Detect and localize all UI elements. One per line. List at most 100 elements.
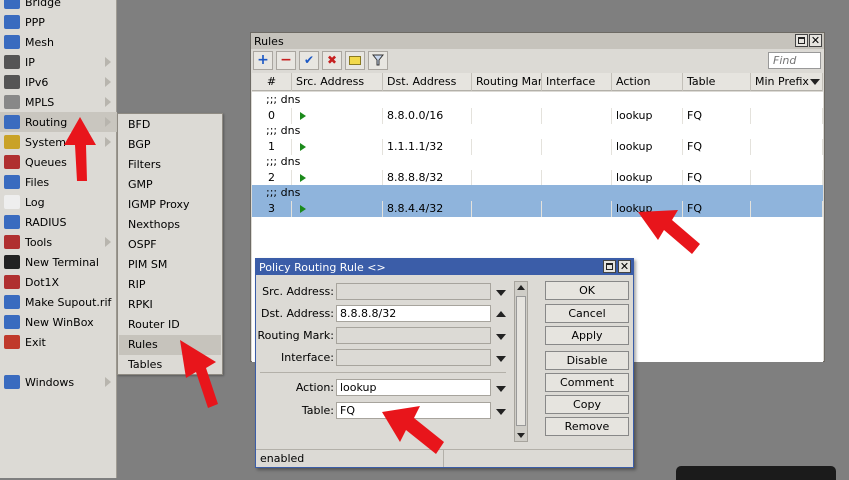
dst-address-label: Dst. Address: <box>260 307 334 320</box>
sidebar-item-label: Bridge <box>25 0 61 9</box>
apply-button[interactable]: Apply <box>545 326 629 345</box>
column-header-src-address[interactable]: Src. Address <box>292 73 383 91</box>
maximize-icon[interactable] <box>795 34 808 47</box>
dialog-titlebar[interactable]: Policy Routing Rule <> <box>256 259 633 275</box>
sidebar-item-label: Windows <box>25 375 75 389</box>
comment-row[interactable]: ;;; dns <box>252 123 823 139</box>
sidebar-item-bridge[interactable]: Bridge <box>0 0 117 12</box>
column-header-interface[interactable]: Interface <box>542 73 612 91</box>
interface-row: Interface: <box>256 349 511 367</box>
dst-address-collapse-icon[interactable] <box>496 311 506 317</box>
sidebar-item-make-supout-rif[interactable]: Make Supout.rif <box>0 292 117 312</box>
enable-button[interactable]: ✔ <box>299 50 319 70</box>
ok-button[interactable]: OK <box>545 281 629 300</box>
sidebar-item-mpls[interactable]: MPLS <box>0 92 117 112</box>
routing-mark-field[interactable] <box>336 327 491 344</box>
submenu-item-bfd[interactable]: BFD <box>119 115 221 135</box>
action-select[interactable]: lookup <box>336 379 491 396</box>
sidebar-item-dot1x[interactable]: Dot1X <box>0 272 117 292</box>
submenu-item-igmp-proxy[interactable]: IGMP Proxy <box>119 195 221 215</box>
comment-row[interactable]: ;;; dns <box>252 185 823 201</box>
src-address-dropdown-icon[interactable] <box>496 290 506 296</box>
submenu-item-router-id[interactable]: Router ID <box>119 315 221 335</box>
submenu-item-bgp[interactable]: BGP <box>119 135 221 155</box>
sidebar-item-label: PPP <box>25 15 45 29</box>
cell-min-prefix <box>751 201 823 217</box>
dialog-maximize-icon[interactable] <box>603 260 616 273</box>
close-icon[interactable]: ✕ <box>809 34 822 47</box>
action-dropdown-icon[interactable] <box>496 386 506 392</box>
comment-button[interactable]: Comment <box>545 373 629 392</box>
table-row[interactable]: 1 1.1.1.1/32 lookup FQ <box>252 139 823 155</box>
submenu-item-filters[interactable]: Filters <box>119 155 221 175</box>
column-header-dst-address[interactable]: Dst. Address <box>383 73 472 91</box>
submenu-item-rip[interactable]: RIP <box>119 275 221 295</box>
rules-table-header: # Src. Address Dst. Address Routing Mark Int… <box>252 73 823 91</box>
interface-dropdown-icon[interactable] <box>496 356 506 362</box>
sidebar-item-label: System <box>25 135 67 149</box>
sidebar-item-label: IP <box>25 55 35 69</box>
submenu-item-pim-sm[interactable]: PIM SM <box>119 255 221 275</box>
copy-button[interactable]: Copy <box>545 395 629 414</box>
remove-button[interactable]: − <box>276 50 296 70</box>
submenu-item-nexthops[interactable]: Nexthops <box>119 215 221 235</box>
submenu-item-tables[interactable]: Tables <box>119 355 221 375</box>
submenu-item-gmp[interactable]: GMP <box>119 175 221 195</box>
submenu-item-ospf[interactable]: OSPF <box>119 235 221 255</box>
mesh-icon <box>4 35 20 49</box>
find-input[interactable] <box>768 52 821 69</box>
columns-dropdown-icon[interactable] <box>810 79 820 85</box>
submenu-item-rules[interactable]: Rules <box>119 335 221 355</box>
src-address-field[interactable] <box>336 283 491 300</box>
sidebar-item-new-winbox[interactable]: New WinBox <box>0 312 117 332</box>
comment-row[interactable]: ;;; dns <box>252 92 823 108</box>
interface-field[interactable] <box>336 349 491 366</box>
disable-button[interactable]: Disable <box>545 351 629 370</box>
sidebar-item-radius[interactable]: RADIUS <box>0 212 117 232</box>
column-header-[interactable]: # <box>252 73 292 91</box>
sidebar-item-files[interactable]: Files <box>0 172 117 192</box>
rules-titlebar[interactable]: Rules <box>251 33 824 49</box>
filter-button[interactable] <box>368 50 388 70</box>
dialog-scrollbar[interactable] <box>514 281 528 442</box>
sidebar-item-system[interactable]: System <box>0 132 117 152</box>
chevron-right-icon <box>105 77 111 87</box>
column-header-table[interactable]: Table <box>683 73 751 91</box>
table-row[interactable]: 2 8.8.8.8/32 lookup FQ <box>252 170 823 186</box>
scroll-up-icon[interactable] <box>517 285 525 290</box>
status-bar: enabled <box>256 449 633 467</box>
remove-button[interactable]: Remove <box>545 417 629 436</box>
cell-action: lookup <box>612 108 683 124</box>
field-divider <box>260 372 506 373</box>
column-header-action[interactable]: Action <box>612 73 683 91</box>
comment-button[interactable] <box>345 50 365 70</box>
cancel-button[interactable]: Cancel <box>545 304 629 323</box>
sidebar-item-windows[interactable]: Windows <box>0 372 117 392</box>
table-dropdown-icon[interactable] <box>496 409 506 415</box>
cell-min-prefix <box>751 170 823 186</box>
disable-button[interactable]: ✖ <box>322 50 342 70</box>
sidebar-item-tools[interactable]: Tools <box>0 232 117 252</box>
dst-address-field[interactable]: 8.8.8.8/32 <box>336 305 491 322</box>
sidebar-item-ipv6[interactable]: IPv6 <box>0 72 117 92</box>
comment-row[interactable]: ;;; dns <box>252 154 823 170</box>
table-row[interactable]: 3 8.8.4.4/32 lookup FQ <box>252 201 823 217</box>
scroll-down-icon[interactable] <box>517 433 525 438</box>
ppp-icon <box>4 15 20 29</box>
sidebar-item-log[interactable]: Log <box>0 192 117 212</box>
add-button[interactable]: + <box>253 50 273 70</box>
sidebar-item-ppp[interactable]: PPP <box>0 12 117 32</box>
sidebar-item-mesh[interactable]: Mesh <box>0 32 117 52</box>
sidebar-item-routing[interactable]: Routing <box>0 112 117 132</box>
sidebar-item-queues[interactable]: Queues <box>0 152 117 172</box>
sidebar-item-exit[interactable]: Exit <box>0 332 117 352</box>
table-row[interactable]: 0 8.8.0.0/16 lookup FQ <box>252 108 823 124</box>
table-select[interactable]: FQ <box>336 402 491 419</box>
column-header-routing-mark[interactable]: Routing Mark <box>472 73 542 91</box>
routing-mark-dropdown-icon[interactable] <box>496 334 506 340</box>
dialog-close-icon[interactable]: ✕ <box>618 260 631 273</box>
scroll-thumb[interactable] <box>516 296 526 426</box>
submenu-item-rpki[interactable]: RPKI <box>119 295 221 315</box>
sidebar-item-new-terminal[interactable]: New Terminal <box>0 252 117 272</box>
sidebar-item-ip[interactable]: IP <box>0 52 117 72</box>
